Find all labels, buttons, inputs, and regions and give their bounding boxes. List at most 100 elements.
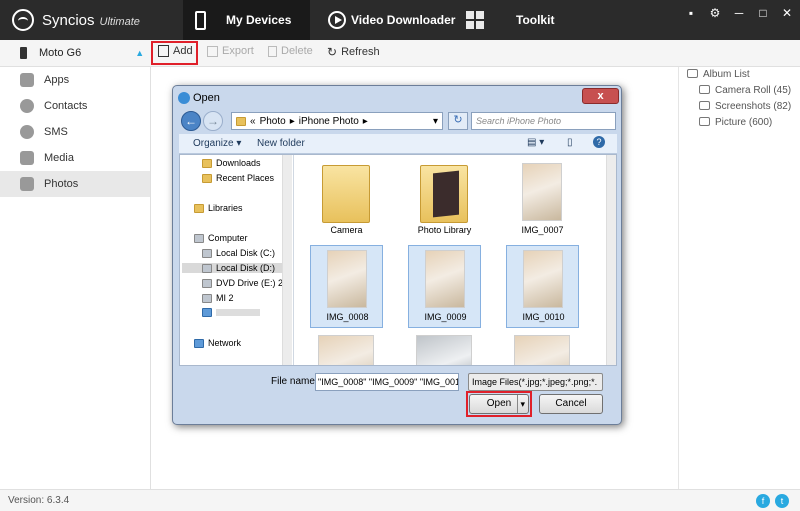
dialog-app-icon bbox=[178, 92, 190, 104]
delete-button[interactable]: Delete bbox=[268, 45, 313, 57]
nav-downloads[interactable]: Downloads bbox=[202, 158, 261, 168]
album-icon bbox=[687, 69, 698, 78]
file-item-img-0010[interactable]: IMG_0010 bbox=[506, 245, 579, 328]
tab-video-downloader[interactable]: Video Downloader bbox=[328, 0, 458, 40]
album-item-screenshots[interactable]: Screenshots (82) bbox=[699, 101, 791, 112]
file-scrollbar[interactable] bbox=[606, 155, 616, 365]
recent-places-icon bbox=[202, 173, 212, 183]
device-phone-icon bbox=[20, 47, 27, 59]
libraries-icon bbox=[194, 203, 204, 213]
file-pane: Downloads Recent Places Libraries Comput… bbox=[179, 154, 617, 366]
cancel-button[interactable]: Cancel bbox=[539, 394, 603, 414]
minimize-icon[interactable]: ─ bbox=[731, 6, 747, 20]
view-options-icon[interactable]: ▤ ▾ bbox=[527, 137, 544, 148]
apps-icon bbox=[20, 73, 34, 87]
file-item-img-0008[interactable]: IMG_0008 bbox=[310, 245, 383, 328]
sidebar-item-apps[interactable]: Apps bbox=[0, 67, 150, 93]
nav-recent-places[interactable]: Recent Places bbox=[202, 173, 274, 183]
dialog-refresh-button[interactable]: ↻ bbox=[448, 112, 468, 130]
export-icon bbox=[207, 45, 218, 57]
tab-toolkit[interactable]: Toolkit bbox=[466, 0, 566, 40]
network-icon bbox=[194, 338, 204, 348]
toolbar: Moto G6 ▲ Add Export Delete ↻ Refresh bbox=[0, 40, 800, 67]
downloads-icon bbox=[202, 158, 212, 168]
twitter-icon[interactable]: t bbox=[775, 494, 789, 508]
search-input[interactable]: Search iPhone Photo bbox=[471, 112, 616, 130]
status-bar: Version: 6.3.4 f t bbox=[0, 489, 800, 511]
facebook-icon[interactable]: f bbox=[756, 494, 770, 508]
file-type-select[interactable]: Image Files(*.jpg;*.jpeg;*.png;*. bbox=[468, 373, 603, 391]
sidebar: Apps Contacts SMS Media Photos bbox=[0, 67, 151, 489]
close-icon[interactable]: ✕ bbox=[779, 6, 795, 20]
help-icon[interactable]: ? bbox=[593, 136, 605, 148]
grid-icon bbox=[466, 11, 484, 29]
eject-icon[interactable]: ▲ bbox=[135, 48, 144, 58]
back-button[interactable]: ← bbox=[181, 111, 201, 131]
sidebar-item-sms[interactable]: SMS bbox=[0, 119, 150, 145]
camera-icon bbox=[699, 85, 710, 94]
nav-network[interactable]: Network bbox=[194, 338, 241, 348]
refresh-button[interactable]: ↻ Refresh bbox=[327, 45, 380, 59]
contacts-icon bbox=[20, 99, 34, 113]
message-icon[interactable]: ▪ bbox=[683, 6, 699, 20]
version-label: Version: 6.3.4 bbox=[8, 495, 70, 506]
file-item-img-0009[interactable]: IMG_0009 bbox=[408, 245, 481, 328]
forward-button[interactable]: → bbox=[203, 111, 223, 131]
refresh-icon: ↻ bbox=[327, 45, 338, 59]
nav-scrollbar[interactable] bbox=[282, 155, 292, 365]
blurred-label bbox=[216, 309, 260, 316]
nav-local-disk-c[interactable]: Local Disk (C:) bbox=[202, 248, 275, 258]
export-button[interactable]: Export bbox=[207, 45, 254, 57]
sidebar-item-photos[interactable]: Photos bbox=[0, 171, 150, 197]
nav-computer[interactable]: Computer bbox=[194, 233, 248, 243]
play-icon bbox=[328, 11, 346, 29]
sidebar-item-media[interactable]: Media bbox=[0, 145, 150, 171]
file-item-camera[interactable]: Camera bbox=[310, 159, 383, 242]
file-name-input[interactable]: "IMG_0008" "IMG_0009" "IMG_0010" bbox=[315, 373, 459, 391]
command-bar: Organize ▾ New folder ▤ ▾ ▯ ? bbox=[179, 134, 617, 154]
album-panel: Album List Camera Roll (45) Screenshots … bbox=[678, 67, 800, 489]
screenshot-icon bbox=[699, 101, 710, 110]
app-name: Syncios Ultimate bbox=[42, 12, 140, 29]
new-folder-button[interactable]: New folder bbox=[257, 138, 305, 149]
cat-photo-thumbnail bbox=[523, 250, 563, 308]
nav-libraries[interactable]: Libraries bbox=[194, 203, 243, 213]
nav-mi2[interactable]: MI 2 bbox=[202, 293, 234, 303]
navigation-pane: Downloads Recent Places Libraries Comput… bbox=[180, 155, 294, 365]
file-item-photo-library[interactable]: Photo Library bbox=[408, 159, 481, 242]
preview-pane-icon[interactable]: ▯ bbox=[567, 137, 573, 148]
folder-icon bbox=[236, 116, 246, 126]
disk-icon bbox=[202, 263, 212, 273]
nav-dvd-drive[interactable]: DVD Drive (E:) 20 bbox=[202, 278, 288, 288]
sidebar-item-contacts[interactable]: Contacts bbox=[0, 93, 150, 119]
file-item-partial[interactable] bbox=[310, 331, 383, 365]
maximize-icon[interactable]: □ bbox=[755, 6, 771, 20]
dialog-close-button[interactable]: x bbox=[582, 88, 619, 104]
settings-icon[interactable]: ⚙ bbox=[707, 6, 723, 20]
phone-icon bbox=[195, 10, 206, 30]
tab-my-devices[interactable]: My Devices bbox=[183, 0, 310, 40]
file-item-partial[interactable] bbox=[408, 331, 481, 365]
file-item-partial[interactable] bbox=[506, 331, 579, 365]
album-item-camera-roll[interactable]: Camera Roll (45) bbox=[699, 85, 791, 96]
cat-photo-thumbnail bbox=[514, 335, 570, 365]
organize-button[interactable]: Organize ▾ bbox=[193, 138, 241, 149]
nav-cloud[interactable] bbox=[202, 308, 260, 317]
device-selector[interactable]: Moto G6 ▲ bbox=[8, 47, 144, 59]
open-dialog: Open x ← → « Photo ▸ iPhone Photo ▸ ▾ ↻ Se… bbox=[172, 85, 622, 425]
dvd-icon bbox=[202, 278, 212, 288]
address-dropdown-icon[interactable]: ▾ bbox=[433, 116, 438, 127]
phone-device-icon bbox=[202, 293, 212, 303]
file-item-img-0007[interactable]: IMG_0007 bbox=[506, 159, 579, 242]
cat-photo-thumbnail bbox=[522, 163, 562, 221]
album-list-header: Album List bbox=[687, 69, 750, 80]
sms-icon bbox=[20, 125, 34, 139]
cat-photo-thumbnail bbox=[416, 335, 472, 365]
nav-local-disk-d[interactable]: Local Disk (D:) bbox=[182, 263, 282, 273]
address-bar[interactable]: « Photo ▸ iPhone Photo ▸ ▾ bbox=[231, 112, 443, 130]
cat-photo-thumbnail bbox=[318, 335, 374, 365]
dialog-title: Open bbox=[193, 92, 220, 104]
open-highlight bbox=[466, 391, 532, 417]
album-item-picture[interactable]: Picture (600) bbox=[699, 117, 772, 128]
cloud-icon bbox=[202, 308, 212, 317]
